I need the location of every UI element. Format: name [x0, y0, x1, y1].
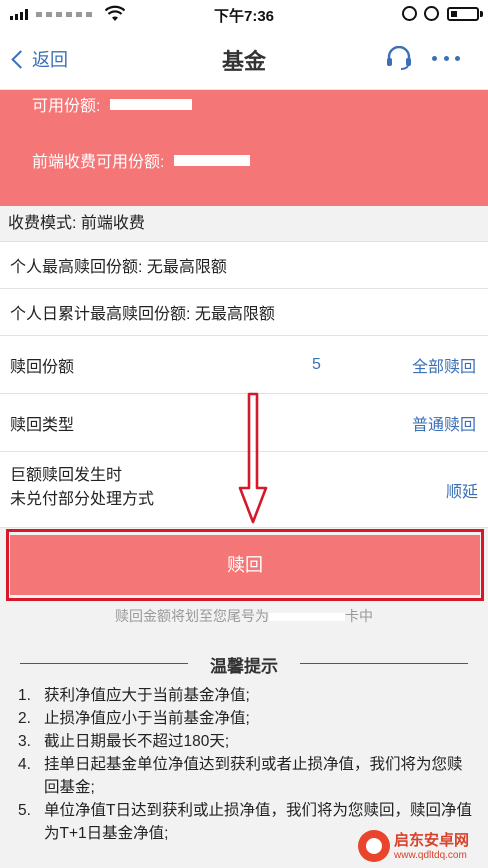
- nav-bar: 返回 基金: [0, 28, 488, 90]
- tips-title: 温馨提示: [210, 657, 278, 676]
- large-redeem-row[interactable]: 巨额赎回发生时 未兑付部分处理方式 顺延: [0, 452, 488, 528]
- large-redeem-label-line1: 巨额赎回发生时: [10, 467, 123, 484]
- back-label: 返回: [32, 50, 68, 70]
- available-shares-row: 可用份额:: [32, 92, 193, 116]
- max-redeem-row: 个人最高赎回份额: 无最高限额: [0, 242, 488, 289]
- watermark-title: 启东安卓网: [394, 832, 470, 849]
- tip-item: 3. 截止日期最长不超过180天;: [18, 733, 230, 750]
- redeem-note-suffix: 卡中: [345, 608, 373, 624]
- tips-header: 温馨提示: [0, 652, 488, 676]
- redeem-type-label: 赎回类型: [10, 416, 75, 434]
- battery-cap: [480, 11, 483, 17]
- daily-redeem-row: 个人日累计最高赎回份额: 无最高限额: [0, 289, 488, 336]
- tips-list: 1. 获利净值应大于当前基金净值; 2. 止损净值应小于当前基金净值; 3. 截止日期…: [18, 684, 474, 845]
- redeem-note-prefix: 赎回金额将划至您尾号为: [115, 608, 269, 624]
- headset-icon[interactable]: [386, 46, 412, 70]
- available-shares-mask: [110, 98, 193, 110]
- orientation-lock-icon: [402, 6, 417, 21]
- watermark-logo-icon: [358, 830, 390, 862]
- available-shares-label: 可用份额:: [32, 98, 101, 115]
- tip-item: 4. 挂单日起基金单位净值达到获利或者止损净值，我们将为您赎回基金;: [18, 756, 463, 796]
- redeem-shares-label: 赎回份额: [10, 358, 75, 376]
- large-redeem-label: 巨额赎回发生时 未兑付部分处理方式: [10, 464, 154, 512]
- tips-divider-right: [300, 663, 468, 664]
- front-end-shares-row: 前端收费可用份额:: [32, 148, 251, 172]
- watermark: 启东安卓网 www.qdltdq.com: [358, 828, 484, 866]
- daily-redeem-label: 个人日累计最高赎回份额: 无最高限额: [10, 306, 275, 323]
- large-redeem-label-line2: 未兑付部分处理方式: [10, 491, 155, 508]
- fee-mode: 收费模式: 前端收费: [0, 206, 488, 242]
- redeem-all-button[interactable]: 全部赎回: [412, 353, 476, 377]
- front-end-shares-mask: [174, 154, 251, 166]
- watermark-url: www.qdltdq.com: [394, 850, 467, 861]
- max-redeem-label: 个人最高赎回份额: 无最高限额: [10, 259, 227, 276]
- redeem-type-select[interactable]: 普通赎回: [412, 411, 476, 435]
- status-bar: 下午7:36: [0, 0, 488, 28]
- redeem-shares-input[interactable]: 5: [312, 356, 321, 374]
- shares-card: 可用份额: 前端收费可用份额:: [0, 90, 488, 206]
- battery-icon: [447, 7, 479, 21]
- card-number-mask: [269, 613, 345, 622]
- large-redeem-select[interactable]: 顺延: [446, 478, 478, 502]
- redeem-type-row[interactable]: 赎回类型 普通赎回: [0, 394, 488, 452]
- redeem-note: 赎回金额将划至您尾号为 卡中: [0, 606, 488, 626]
- redeem-button[interactable]: 赎回: [10, 535, 480, 595]
- chevron-left-icon: [11, 49, 30, 69]
- redeem-shares-row[interactable]: 赎回份额 5 全部赎回: [0, 336, 488, 394]
- more-icon[interactable]: [432, 56, 460, 62]
- page-title: 基金: [221, 49, 266, 74]
- alarm-icon: [424, 6, 439, 21]
- tip-item: 1. 获利净值应大于当前基金净值;: [18, 687, 250, 704]
- front-end-shares-label: 前端收费可用份额:: [32, 154, 165, 171]
- back-button[interactable]: 返回: [8, 45, 68, 73]
- tip-item: 2. 止损净值应小于当前基金净值;: [18, 710, 250, 727]
